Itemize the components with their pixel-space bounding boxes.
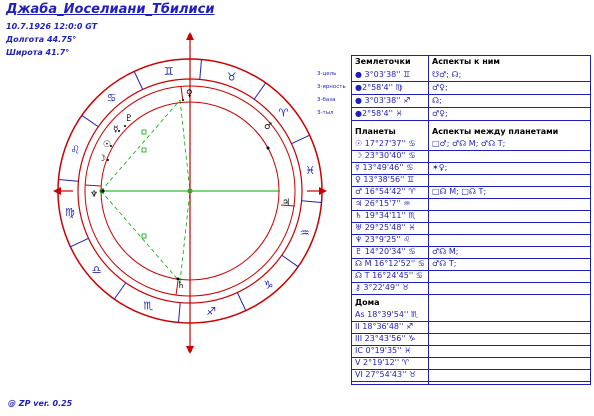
- version-footer: @ ZP ver. 0.25: [8, 399, 73, 408]
- svg-text:♄: ♄: [177, 281, 185, 291]
- zodiac-sign-icon: ♌: [70, 143, 80, 156]
- houses-header-row: Дома: [352, 297, 590, 309]
- zodiac-sign-icon: ♐: [206, 305, 216, 318]
- zodiac-divider: [291, 134, 310, 145]
- earth-points-aspects-header: Аспекты к ним: [432, 57, 500, 66]
- label-goal: 3-цель: [317, 71, 337, 77]
- earth-points-header: Землеточки: [355, 57, 411, 66]
- desc-arrow-icon: [319, 187, 327, 195]
- zodiac-sign-icon: ♈: [279, 107, 289, 120]
- zodiac-sign-icon: ♋: [107, 92, 117, 105]
- svg-text:☉: ☉: [103, 140, 111, 150]
- zodiac-sign-icon: ♒: [300, 227, 310, 240]
- zodiac-sign-icon: ♓: [305, 164, 315, 177]
- table-row: ⚷ 3°22'49'' ♉: [352, 282, 590, 295]
- svg-text:☿: ☿: [113, 125, 119, 135]
- label-base: 3-база: [317, 97, 336, 103]
- label-brightness: 3-ярность: [317, 84, 346, 90]
- table-row: ●2°58'4'' ♍ ♂♀;: [352, 82, 590, 95]
- label-rear: 3-тыл: [317, 110, 334, 116]
- zodiac-divider: [281, 254, 299, 268]
- zodiac-sign-icon: ♎: [92, 263, 102, 276]
- zodiac-sign-icon: ♑: [263, 278, 273, 291]
- zodiac-divider: [133, 71, 144, 90]
- table-row: ● 3°03'38'' ♐ ☊;: [352, 95, 590, 108]
- zodiac-divider: [301, 200, 322, 204]
- svg-text:♇: ♇: [125, 114, 133, 124]
- zodiac-divider: [177, 302, 181, 323]
- zodiac-divider: [58, 178, 79, 182]
- zodiac-sign-icon: ♊: [164, 65, 174, 78]
- asc-arrow-icon: [53, 187, 61, 195]
- svg-text:♃: ♃: [282, 198, 290, 208]
- planets-header-row: Планеты Аспекты между планетами: [352, 126, 590, 138]
- earth-points-header-row: Землеточки Аспекты к ним: [352, 56, 590, 68]
- planet-aspects-header: Аспекты между планетами: [432, 127, 559, 136]
- svg-text:♆: ♆: [90, 190, 98, 200]
- svg-text:♂: ♂: [264, 122, 272, 132]
- zodiac-sign-icon: ♍: [65, 206, 75, 219]
- table-row: ●2°58'4'' ♓ ♂♀;: [352, 108, 590, 121]
- zodiac-sign-icon: ♉: [227, 70, 237, 83]
- zodiac-divider: [70, 237, 89, 248]
- svg-text:♀: ♀: [186, 89, 193, 99]
- zodiac-divider: [199, 59, 203, 80]
- table-row: ● 3°03'38'' ♊ ☋♂; ☊;: [352, 69, 590, 82]
- earth-point-labels: 3-цель 3-ярность 3-база 3-тыл: [317, 71, 346, 123]
- zodiac-divider: [81, 114, 99, 128]
- zodiac-sign-icon: ♏: [143, 300, 153, 313]
- zodiac-divider: [113, 282, 127, 300]
- natal-chart-wheel: ♉ ♈ ♓ ♒ ♑ ♐ ♏ ♎ ♍ ♌ ♋ ♊ ♀ ♇ ☿ ☉ ☽ ♆ ♂ ♃ ♄: [53, 32, 327, 354]
- zodiac-divider: [253, 82, 267, 100]
- zodiac-divider: [236, 292, 247, 311]
- svg-text:☽: ☽: [98, 154, 106, 164]
- positions-table: Землеточки Аспекты к ним ● 3°03'38'' ♊ ☋♂…: [351, 55, 591, 385]
- planets-header: Планеты: [355, 127, 396, 136]
- table-row: VI 27°54'43'' ♉: [352, 369, 590, 382]
- houses-header: Дома: [355, 298, 380, 307]
